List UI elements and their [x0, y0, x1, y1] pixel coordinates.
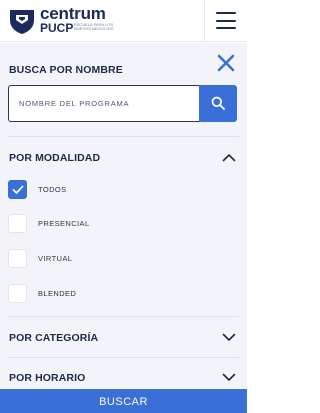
option-label: BLENDED	[38, 289, 77, 298]
chevron-down-icon[interactable]	[222, 333, 236, 342]
search-input[interactable]	[8, 85, 200, 122]
menu-icon[interactable]	[216, 12, 236, 29]
option-label: VIRTUAL	[38, 254, 73, 263]
centrum-logo[interactable]: centrum PUCP ESCUELA PARA LOS NUEVOS NEG…	[7, 5, 119, 37]
topbar-divider	[204, 0, 205, 42]
checkbox-blended[interactable]	[8, 284, 27, 303]
divider	[8, 136, 239, 137]
categoria-title[interactable]: POR CATEGORÍA	[9, 332, 98, 344]
top-bar: centrum PUCP ESCUELA PARA LOS NUEVOS NEG…	[0, 0, 247, 42]
logo-pucp: PUCP	[40, 21, 74, 35]
buscar-button[interactable]: BUSCAR	[0, 389, 247, 413]
horario-title[interactable]: POR HORARIO	[9, 372, 85, 384]
check-icon	[12, 185, 24, 194]
divider	[8, 316, 239, 317]
option-label: PRESENCIAL	[38, 219, 90, 228]
option-todos[interactable]: TODOS	[8, 180, 208, 200]
option-blended[interactable]: BLENDED	[8, 284, 208, 304]
close-icon[interactable]	[215, 52, 237, 74]
logo-tagline: ESCUELA PARA LOS NUEVOS NEGOCIOS	[74, 22, 114, 32]
search-box	[8, 85, 237, 122]
shield-logo-icon	[10, 10, 34, 34]
option-presencial[interactable]: PRESENCIAL	[8, 214, 208, 234]
search-button[interactable]	[199, 85, 237, 122]
divider	[8, 357, 239, 358]
checkbox-virtual[interactable]	[8, 249, 27, 268]
search-section-title: BUSCA POR NOMBRE	[9, 64, 123, 76]
chevron-down-icon[interactable]	[222, 373, 236, 382]
option-label: TODOS	[38, 185, 67, 194]
logo-wordmark: centrum	[40, 4, 106, 23]
search-icon	[211, 96, 225, 110]
modalidad-title[interactable]: POR MODALIDAD	[9, 152, 100, 164]
checkbox-todos[interactable]	[8, 180, 27, 199]
option-virtual[interactable]: VIRTUAL	[8, 249, 208, 269]
chevron-up-icon[interactable]	[222, 153, 236, 162]
checkbox-presencial[interactable]	[8, 214, 27, 233]
